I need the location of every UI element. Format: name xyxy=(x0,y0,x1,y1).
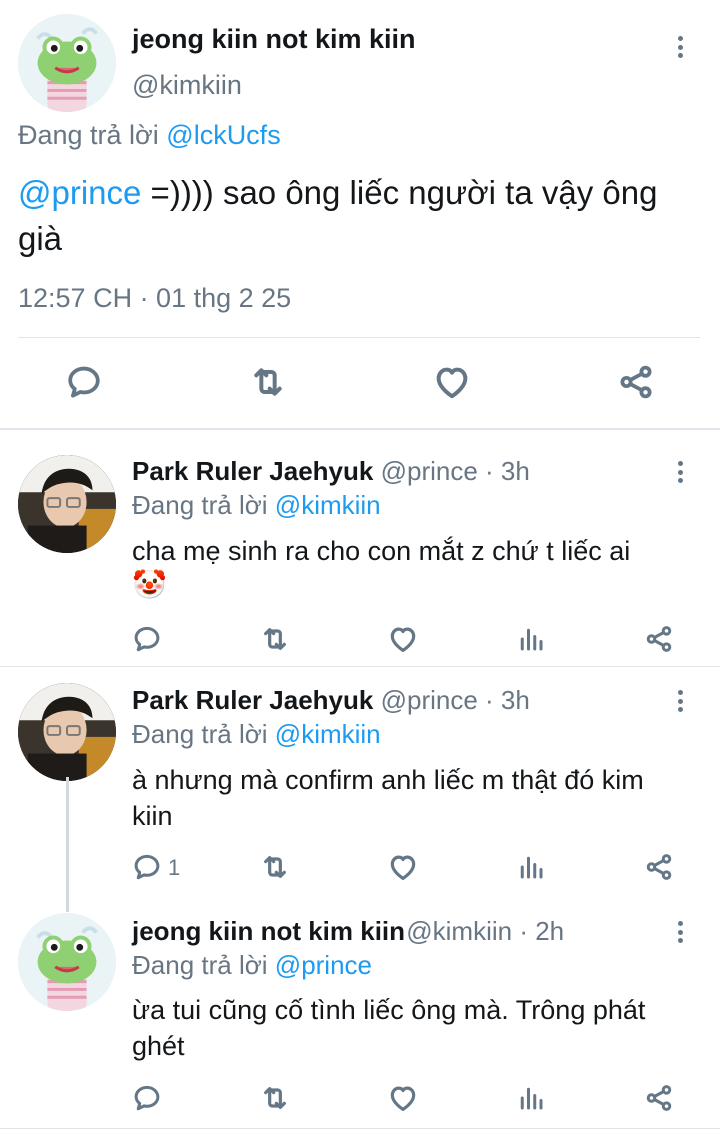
display-name[interactable]: jeong kiin not kim kiin xyxy=(132,24,416,55)
retweet-icon[interactable] xyxy=(258,622,292,656)
tweet-text: @prince =)))) sao ông liếc người ta vậy … xyxy=(18,170,678,262)
clown-emoji: 🤡 xyxy=(132,569,167,600)
more-icon[interactable] xyxy=(670,686,690,716)
display-name-text[interactable]: jeong kiin not kim kiin xyxy=(132,916,405,946)
user-handle[interactable]: @kimkiin xyxy=(132,70,242,101)
avatar[interactable] xyxy=(18,14,116,112)
replying-to-link[interactable]: @prince xyxy=(275,950,372,980)
replying-to-label: Đang trả lời xyxy=(18,120,159,150)
display-name-text[interactable]: Park Ruler Jaehyuk xyxy=(132,685,373,715)
reply-divider xyxy=(0,1128,720,1129)
reply-text: ừa tui cũng cố tình liếc ông mà. Trông p… xyxy=(132,995,646,1061)
avatar-image xyxy=(18,913,116,1011)
more-icon[interactable] xyxy=(670,457,690,487)
avatar-image xyxy=(18,455,116,553)
thread-line xyxy=(66,777,69,912)
replying-to-label: Đang trả lời xyxy=(132,719,268,749)
replying-to-label: Đang trả lời xyxy=(132,490,268,520)
reply-text: à nhưng mà confirm anh liếc m thật đó ki… xyxy=(132,765,644,831)
more-icon[interactable] xyxy=(670,917,690,947)
analytics-icon[interactable] xyxy=(514,850,548,884)
mention-link[interactable]: @prince xyxy=(18,174,141,211)
replying-to-link[interactable]: @kimkiin xyxy=(275,490,381,520)
replying-to-line: Đang trả lời @lckUcfs xyxy=(18,120,281,151)
reply-text: cha mẹ sinh ra cho con mắt z chứ t liếc … xyxy=(132,533,692,569)
replying-to-link[interactable]: @lckUcfs xyxy=(166,120,280,150)
reply-icon[interactable] xyxy=(130,850,164,884)
reply-divider xyxy=(0,666,720,667)
retweet-icon[interactable] xyxy=(258,1081,292,1115)
replying-to-link[interactable]: @kimkiin xyxy=(275,719,381,749)
replying-to-line: Đang trả lời @kimkiin xyxy=(132,490,381,521)
display-name: Park Ruler Jaehyuk @prince · 3h xyxy=(132,456,530,487)
avatar[interactable] xyxy=(18,913,116,1011)
share-icon[interactable] xyxy=(642,1081,676,1115)
reply-icon[interactable] xyxy=(130,622,164,656)
like-icon[interactable] xyxy=(386,1081,420,1115)
analytics-icon[interactable] xyxy=(514,622,548,656)
share-icon[interactable] xyxy=(614,360,658,404)
reply-count: 1 xyxy=(168,855,181,880)
display-name: Park Ruler Jaehyuk @prince · 3h xyxy=(132,685,530,716)
handle-time: @kimkiin · 2h xyxy=(406,916,565,946)
avatar[interactable] xyxy=(18,455,116,553)
divider xyxy=(18,337,700,338)
reply-text-body: cha mẹ sinh ra cho con mắt z chứ t liếc … xyxy=(132,536,631,566)
avatar-image xyxy=(18,683,116,781)
reply-icon[interactable] xyxy=(130,1081,164,1115)
more-icon[interactable] xyxy=(670,32,690,62)
share-icon[interactable] xyxy=(642,622,676,656)
display-name: jeong kiin not kim kiin @kimkiin · 2h xyxy=(132,916,564,947)
retweet-icon[interactable] xyxy=(258,850,292,884)
timestamp: 12:57 CH · 01 thg 2 25 xyxy=(18,283,292,313)
like-icon[interactable] xyxy=(386,850,420,884)
like-icon[interactable] xyxy=(430,360,474,404)
avatar[interactable] xyxy=(18,683,116,781)
handle-time: @prince · 3h xyxy=(380,456,530,486)
replying-to-line: Đang trả lời @prince xyxy=(132,950,372,981)
handle-time: @prince · 3h xyxy=(380,685,530,715)
replying-to-line: Đang trả lời @kimkiin xyxy=(132,719,381,750)
like-icon[interactable] xyxy=(386,622,420,656)
analytics-icon[interactable] xyxy=(514,1081,548,1115)
replying-to-label: Đang trả lời xyxy=(132,950,268,980)
share-icon[interactable] xyxy=(642,850,676,884)
avatar-image xyxy=(18,14,116,112)
reply-icon[interactable] xyxy=(62,360,106,404)
display-name-text[interactable]: Park Ruler Jaehyuk xyxy=(132,456,373,486)
section-divider xyxy=(0,428,720,430)
retweet-icon[interactable] xyxy=(246,360,290,404)
